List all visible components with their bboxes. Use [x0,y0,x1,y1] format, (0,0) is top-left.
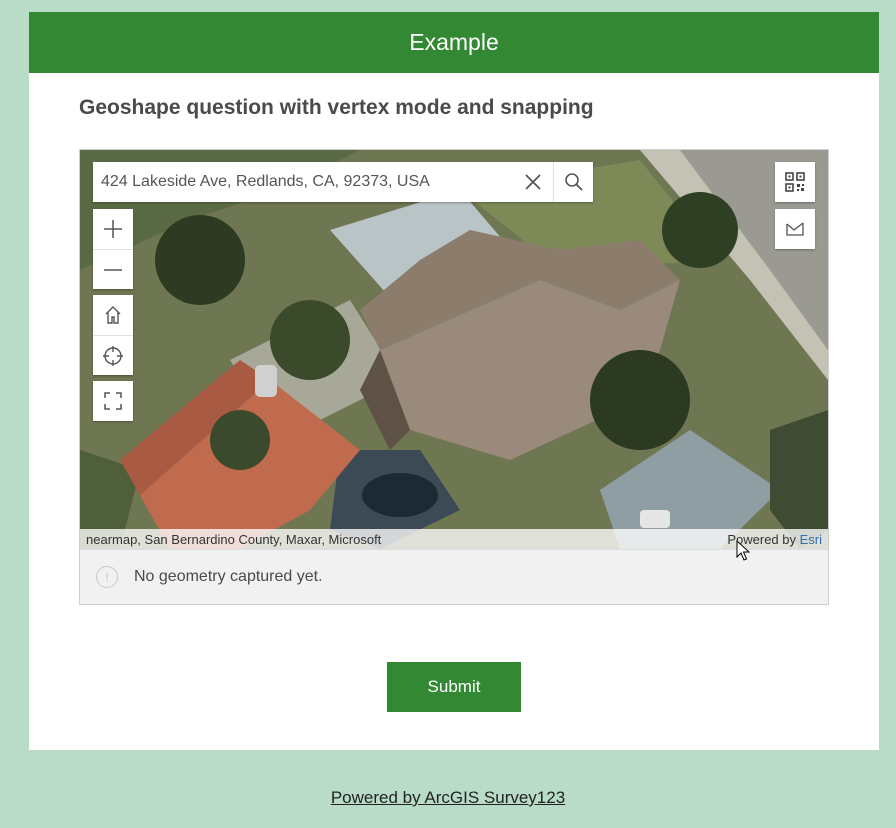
locate-button[interactable] [93,335,133,375]
attribution-sources: nearmap, San Bernardino County, Maxar, M… [86,531,382,547]
submit-button[interactable]: Submit [387,662,521,712]
mouse-cursor-icon [736,540,750,561]
map-attribution: nearmap, San Bernardino County, Maxar, M… [80,529,828,549]
esri-link[interactable]: Esri [800,532,822,547]
search-button[interactable] [553,162,593,202]
zoom-in-button[interactable] [93,209,133,249]
minus-icon [104,268,122,271]
plus-icon [104,220,122,238]
clear-search-button[interactable] [513,162,553,202]
footer-powered-by-link[interactable]: Powered by ArcGIS Survey123 [0,788,896,808]
geometry-status: ! No geometry captured yet. [80,549,828,604]
navigation-controls [93,295,133,375]
home-icon [105,306,121,324]
aerial-imagery [80,150,828,549]
home-button[interactable] [93,295,133,335]
basemap-button[interactable] [775,209,815,249]
map-view[interactable]: nearmap, San Bernardino County, Maxar, M… [80,150,828,549]
form-header: Example [29,12,879,73]
crosshair-icon [103,345,123,366]
search-icon [564,173,583,191]
fullscreen-button[interactable] [93,381,133,421]
survey-card: Example Geoshape question with vertex mo… [29,12,879,750]
map-extra-tools [775,162,815,256]
close-icon [525,174,541,190]
qr-code-button[interactable] [775,162,815,202]
info-icon: ! [96,566,118,588]
status-message: No geometry captured yet. [134,568,323,585]
fullscreen-icon [104,392,122,410]
qr-code-icon [785,172,805,192]
question-title: Geoshape question with vertex mode and s… [79,96,594,119]
zoom-out-button[interactable] [93,249,133,289]
fullscreen-control [93,381,133,421]
basemap-icon [786,222,804,236]
zoom-controls [93,209,133,289]
address-search [93,162,593,202]
geoshape-question: nearmap, San Bernardino County, Maxar, M… [79,149,829,605]
form-title: Example [409,29,499,55]
search-input[interactable] [93,162,513,202]
